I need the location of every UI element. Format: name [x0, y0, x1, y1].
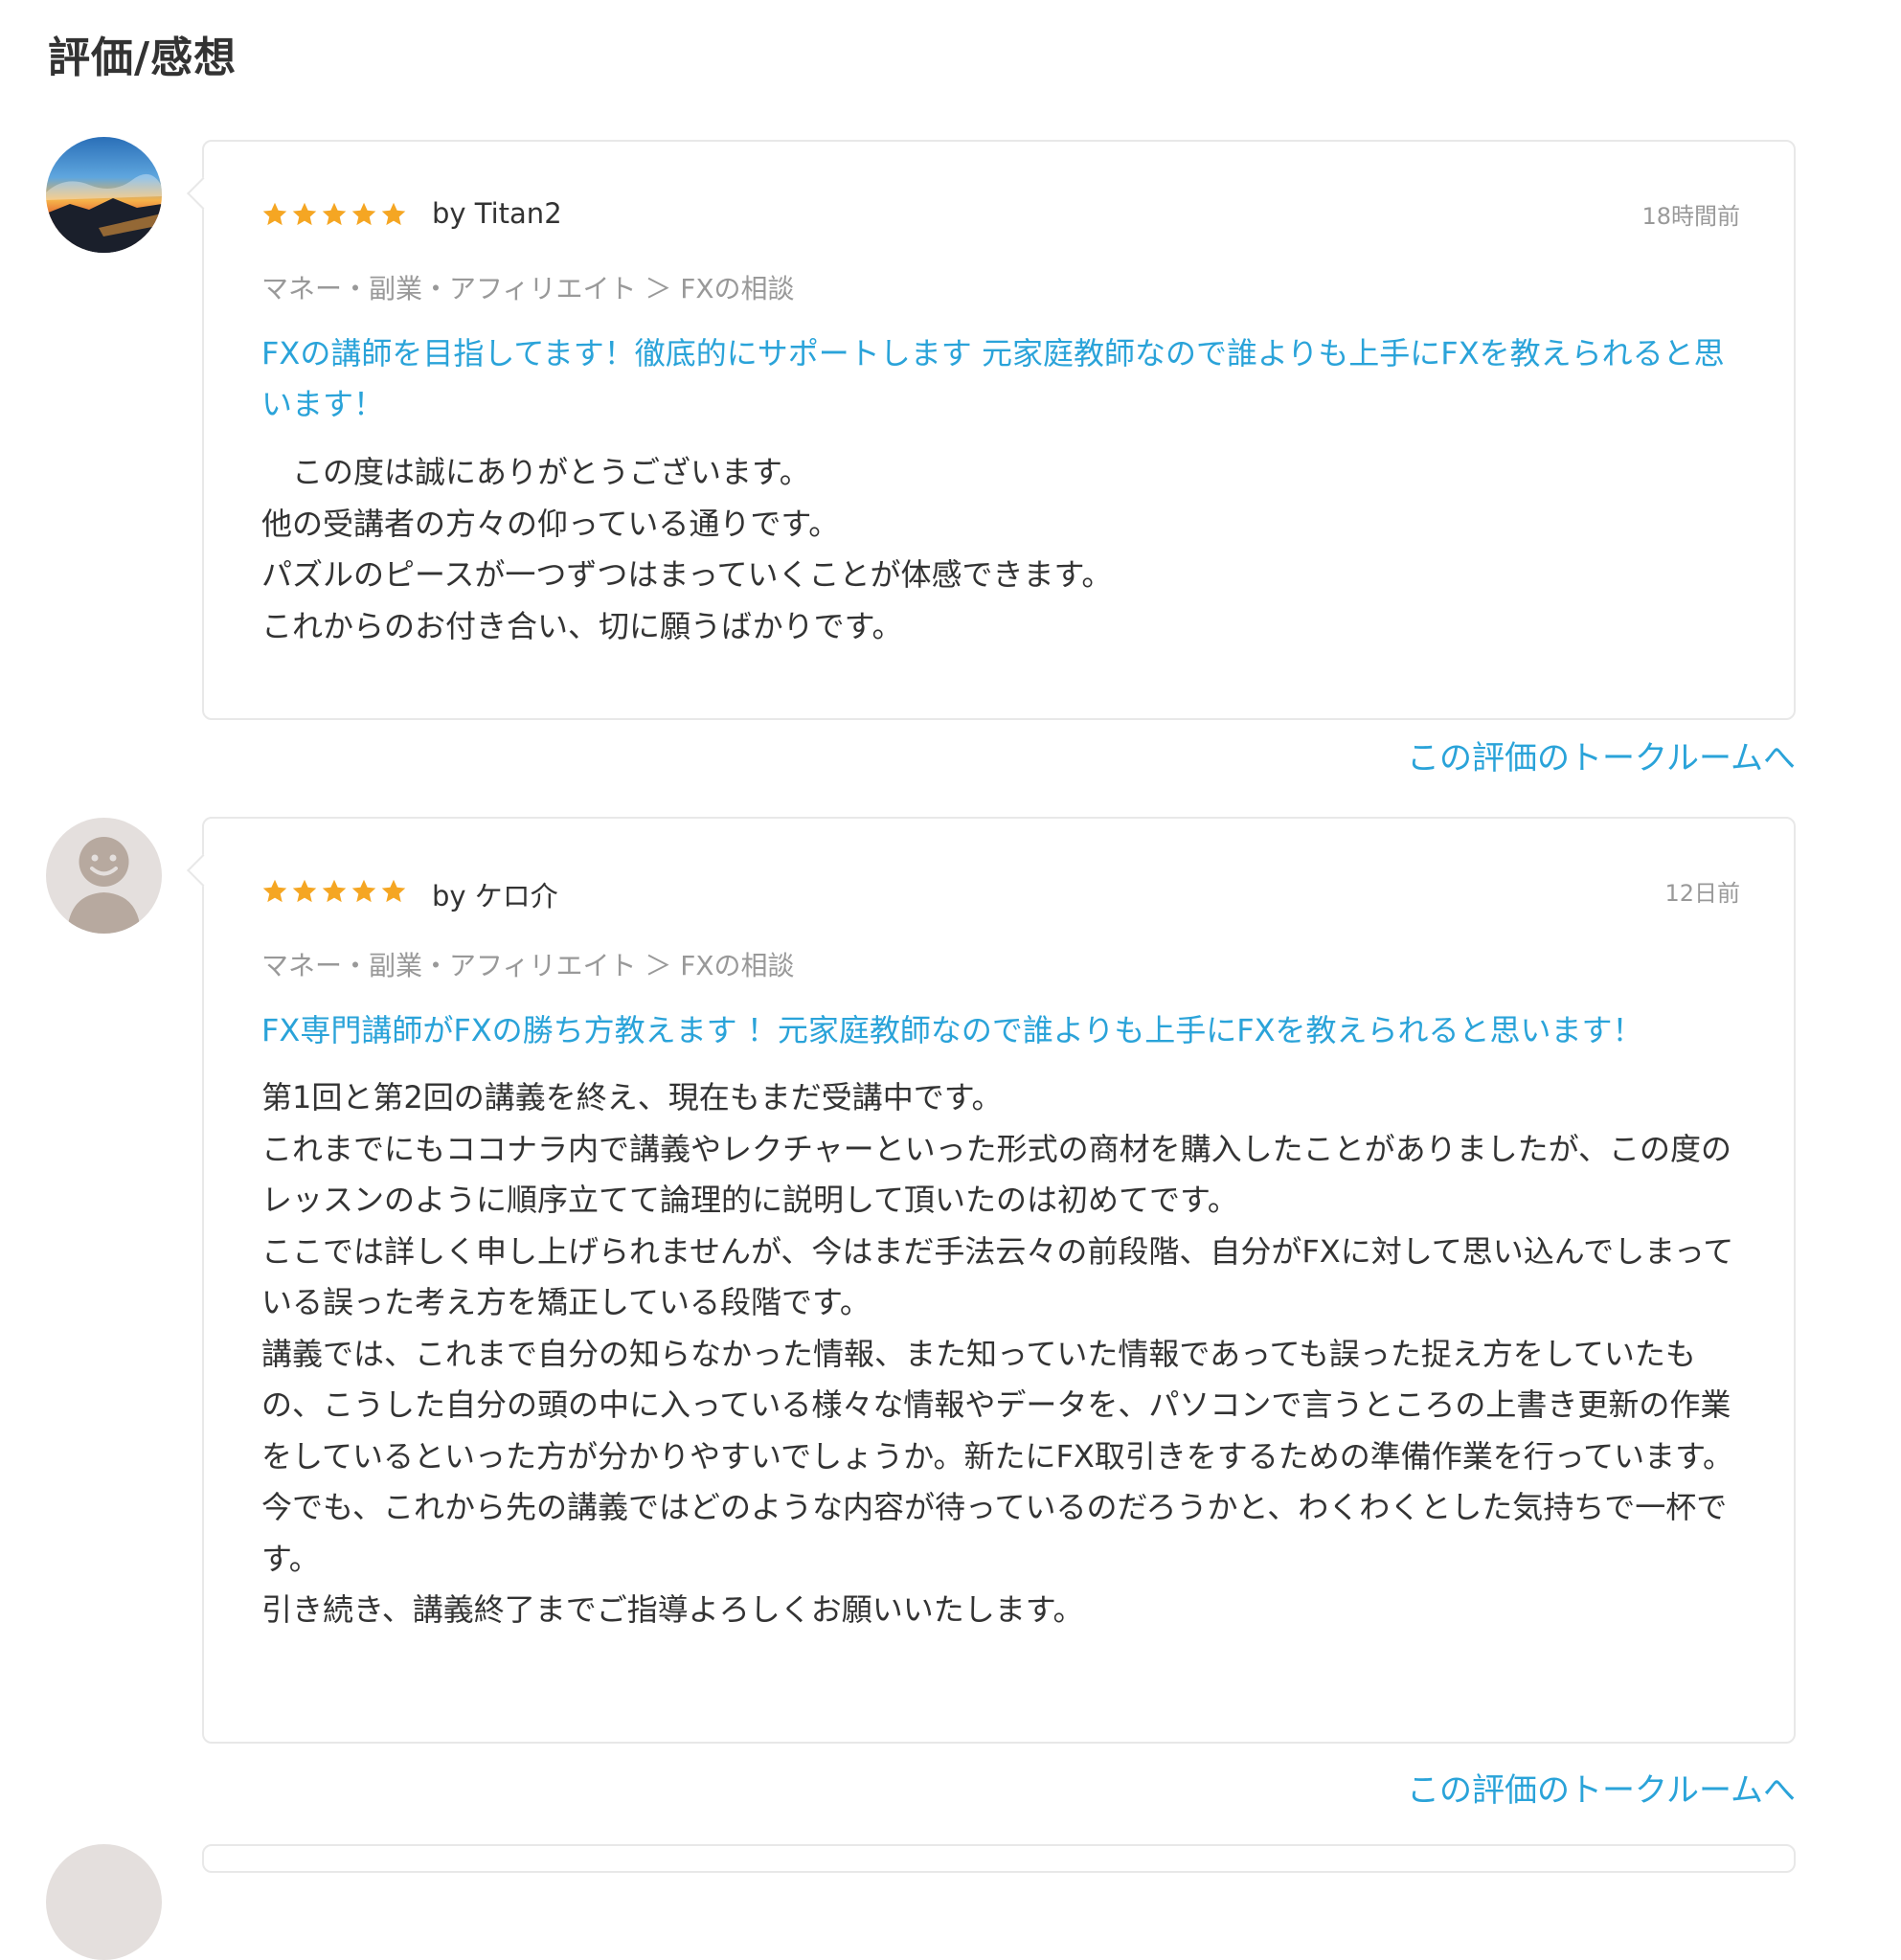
- talkroom-link[interactable]: この評価のトークルームへ: [1407, 732, 1796, 778]
- reviewer-name: by Titan2: [432, 197, 562, 230]
- star-icon: [351, 202, 376, 226]
- star-icon: [381, 202, 406, 226]
- avatar[interactable]: [46, 1844, 162, 1960]
- review-time: 18時間前: [1641, 203, 1740, 230]
- service-category: マネー・副業・アフィリエイト ＞ FXの相談: [261, 273, 795, 304]
- default-user-avatar[interactable]: [46, 818, 162, 934]
- service-title-link[interactable]: FX専門講師がFXの勝ち方教えます ！元家庭教師なので誰よりも上手にFXを教えら…: [261, 1005, 1741, 1056]
- review-body: 第1回と第2回の講義を終え、現在もまだ受講中です。 これまでにもココナラ内で講義…: [261, 1079, 1734, 1628]
- talkroom-link[interactable]: この評価のトークルームへ: [1407, 1764, 1796, 1811]
- star-icon: [381, 879, 406, 903]
- star-icon: [292, 879, 317, 903]
- star-icon: [322, 879, 347, 903]
- rating-stars: [261, 201, 407, 228]
- star-icon: [322, 202, 347, 226]
- review-card: by ケロ介 12日前 マネー・副業・アフィリエイト ＞ FXの相談 FX専門講…: [202, 817, 1796, 1744]
- review-card: by Titan2 18時間前 マネー・副業・アフィリエイト ＞ FXの相談 F…: [202, 140, 1796, 720]
- service-title-link[interactable]: FXの講師を目指してます！徹底的にサポートします 元家庭教師なので誰よりも上手に…: [261, 328, 1741, 430]
- review-card: [202, 1844, 1796, 1873]
- service-category: マネー・副業・アフィリエイト ＞ FXの相談: [261, 950, 795, 981]
- page-title: 評価/感想: [48, 34, 238, 82]
- star-icon: [262, 879, 287, 903]
- star-icon: [351, 879, 376, 903]
- star-icon: [292, 202, 317, 226]
- landscape-sunset-avatar[interactable]: [46, 137, 162, 253]
- rating-stars: [261, 878, 407, 905]
- review-body: この度は誠にありがとうございます。 他の受講者の方々の仰っている通りです。 パズ…: [261, 454, 1113, 644]
- review-time: 12日前: [1664, 880, 1740, 907]
- reviewer-name: by ケロ介: [432, 880, 558, 912]
- star-icon: [262, 202, 287, 226]
